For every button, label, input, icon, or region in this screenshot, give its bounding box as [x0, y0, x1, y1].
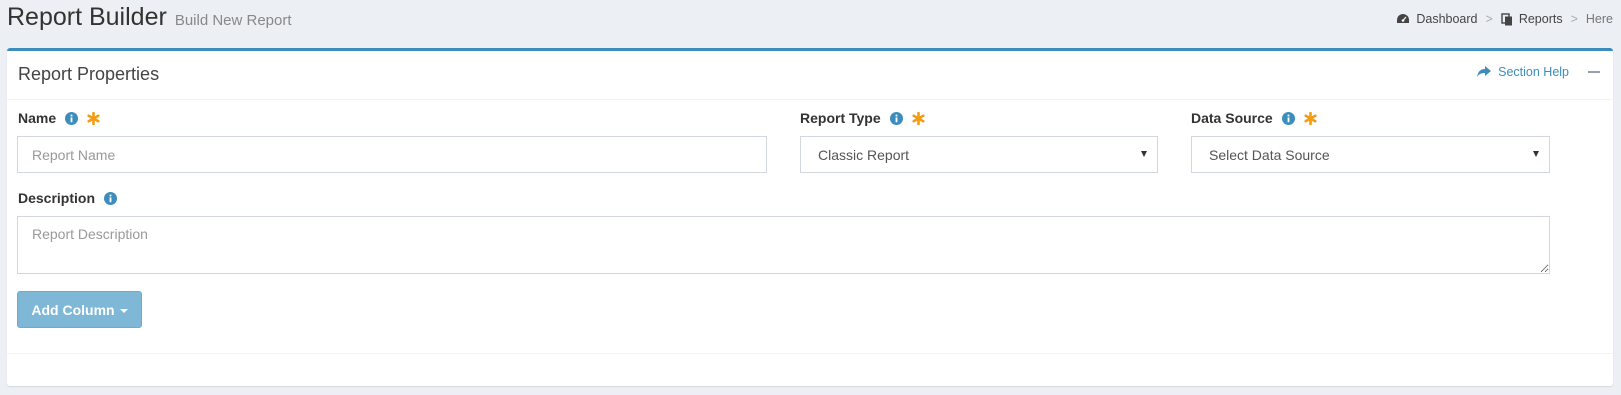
info-icon — [65, 111, 79, 125]
section-help-link[interactable]: Section Help — [1477, 65, 1569, 79]
required-asterisk-icon — [1304, 111, 1317, 125]
page-subtitle: Build New Report — [174, 12, 292, 29]
report-type-label-text: Report Type — [800, 110, 881, 126]
data-source-select[interactable]: Select Data Source — [1191, 136, 1550, 173]
box-title: Report Properties — [18, 64, 160, 84]
report-properties-box: Report Properties Section Help Name Repo… — [7, 48, 1613, 386]
info-icon — [1281, 111, 1295, 125]
report-type-label: Report Type — [800, 110, 925, 126]
dropdown-caret-icon — [1533, 151, 1539, 157]
breadcrumb-dashboard[interactable]: Dashboard — [1416, 12, 1477, 26]
reports-icon — [1501, 12, 1513, 26]
add-column-button[interactable]: Add Column — [17, 291, 142, 328]
data-source-label-text: Data Source — [1191, 110, 1273, 126]
breadcrumb: Dashboard > Reports > Here — [1396, 12, 1613, 26]
name-label-text: Name — [18, 110, 57, 126]
description-label-text: Description — [18, 190, 96, 206]
box-footer-divider — [7, 353, 1613, 354]
data-source-value: Select Data Source — [1209, 146, 1330, 163]
dropdown-caret-icon — [1141, 151, 1147, 157]
required-asterisk-icon — [912, 111, 925, 125]
box-tools: Section Help — [1477, 65, 1601, 79]
page-title-text: Report Builder — [7, 3, 167, 31]
breadcrumb-reports[interactable]: Reports — [1519, 12, 1563, 26]
page-title: Report Builder Build New Report — [7, 3, 292, 32]
required-asterisk-icon — [87, 111, 100, 125]
caret-down-icon — [119, 308, 128, 313]
report-type-value: Classic Report — [818, 146, 910, 163]
report-name-input[interactable] — [17, 136, 767, 173]
report-description-textarea[interactable] — [17, 216, 1550, 274]
info-icon — [104, 191, 118, 205]
dashboard-icon — [1396, 13, 1410, 25]
add-column-label: Add Column — [31, 301, 115, 318]
section-help-label: Section Help — [1498, 65, 1569, 79]
breadcrumb-current: Here — [1585, 12, 1613, 26]
report-type-select[interactable]: Classic Report — [800, 136, 1158, 173]
description-label: Description — [18, 190, 118, 206]
info-icon — [889, 111, 903, 125]
name-label: Name — [18, 110, 100, 126]
data-source-label: Data Source — [1191, 110, 1317, 126]
share-icon — [1477, 66, 1492, 77]
breadcrumb-separator: > — [1485, 12, 1493, 26]
collapse-button[interactable] — [1587, 65, 1601, 79]
breadcrumb-separator: > — [1570, 12, 1578, 26]
minus-icon — [1588, 71, 1600, 73]
box-header: Report Properties Section Help — [7, 51, 1613, 100]
page-header: Report Builder Build New Report Dashboard… — [0, 0, 1621, 46]
